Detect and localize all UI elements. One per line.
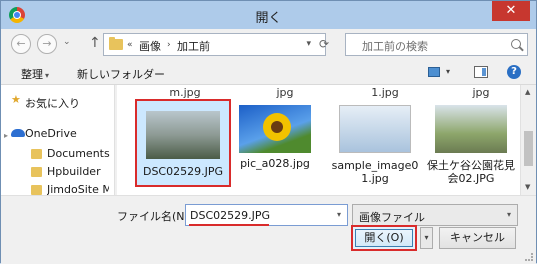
folder-icon xyxy=(109,37,123,50)
filename-label: ファイル名(N): xyxy=(117,210,193,223)
breadcrumb-before-edit[interactable]: 加工前 xyxy=(177,38,210,54)
cancel-button[interactable]: キャンセル xyxy=(439,227,516,249)
resize-grip[interactable] xyxy=(525,253,533,261)
scroll-down-icon[interactable]: ▼ xyxy=(525,183,530,191)
refresh-icon[interactable]: ⟳ xyxy=(319,37,329,51)
thumbnail-image xyxy=(435,105,507,153)
filename-dropdown[interactable]: ▾ xyxy=(337,210,341,219)
filetype-select[interactable]: 画像ファイル ▾ xyxy=(352,204,518,226)
scroll-up-icon[interactable]: ▲ xyxy=(525,88,530,96)
file-name: sample_image0 1.jpg xyxy=(329,159,421,185)
search-box[interactable]: 加工前の検索 xyxy=(345,33,528,56)
title-bar: 開く ✕ xyxy=(1,1,536,29)
file-item-dsc02529-selected[interactable]: DSC02529.JPG xyxy=(135,99,231,187)
view-dropdown[interactable]: ▾ xyxy=(446,67,450,76)
file-name: pic_a028.jpg xyxy=(240,157,310,170)
list-item-partial[interactable]: 1.jpg xyxy=(335,87,435,99)
expand-onedrive-icon[interactable]: ▸ xyxy=(4,131,8,140)
back-button[interactable]: ← xyxy=(11,34,31,54)
sidebar-item-documents[interactable]: Documents xyxy=(47,147,110,160)
thumbnail-image xyxy=(339,105,411,153)
help-icon[interactable]: ? xyxy=(507,65,521,79)
sidebar-item-favorites[interactable]: お気に入り xyxy=(25,95,80,111)
file-name-line: sample_image0 xyxy=(331,159,419,172)
view-icon[interactable] xyxy=(428,67,440,77)
open-button[interactable]: 開く(O) xyxy=(355,229,413,247)
close-button[interactable]: ✕ xyxy=(492,1,530,21)
filename-input[interactable]: DSC02529.JPG ▾ xyxy=(185,204,348,226)
up-folder-button[interactable]: ↑ xyxy=(89,35,101,51)
thumbnail-image xyxy=(146,111,220,159)
search-icon xyxy=(511,39,521,49)
preview-pane-icon[interactable] xyxy=(474,66,488,78)
list-item-partial[interactable]: jpg xyxy=(431,87,531,99)
file-name: DSC02529.JPG xyxy=(142,165,224,178)
file-list-scrollbar[interactable]: ▲ ▼ xyxy=(520,85,536,195)
chevron-down-icon: ▾ xyxy=(45,71,50,80)
file-item-hodogaya-park[interactable]: 保土ケ谷公園花見 会02.JPG xyxy=(425,105,515,189)
recent-locations-dropdown[interactable]: ⌄ xyxy=(63,37,71,47)
filetype-value: 画像ファイル xyxy=(359,211,425,224)
folder-icon xyxy=(31,185,42,195)
cloud-icon xyxy=(11,129,25,137)
file-item-pic-a028[interactable]: pic_a028.jpg xyxy=(229,105,319,189)
open-split-dropdown[interactable]: ▾ xyxy=(420,227,433,249)
chevron-down-icon: ▾ xyxy=(506,210,511,219)
file-name: 保土ケ谷公園花見 会02.JPG xyxy=(425,159,517,185)
folder-icon xyxy=(31,149,42,159)
folder-icon xyxy=(31,167,42,177)
address-bar[interactable]: « 画像 › 加工前 ▾ xyxy=(103,33,326,56)
breadcrumb-images[interactable]: 画像 xyxy=(139,38,161,54)
address-dropdown[interactable]: ▾ xyxy=(306,39,311,49)
dialog-title: 開く xyxy=(255,11,282,26)
dialog-footer: ファイル名(N): DSC02529.JPG ▾ 画像ファイル ▾ 開く(O) … xyxy=(1,195,536,264)
breadcrumb-separator[interactable]: › xyxy=(167,40,171,50)
new-folder-button[interactable]: 新しいフォルダー xyxy=(77,66,165,82)
file-name-line: 1.jpg xyxy=(361,172,389,185)
forward-button[interactable]: → xyxy=(37,34,57,54)
breadcrumb-overflow[interactable]: « xyxy=(127,40,133,50)
thumbnail-image xyxy=(239,105,311,153)
file-name-line: 会02.JPG xyxy=(447,172,495,185)
sidebar-item-onedrive[interactable]: OneDrive xyxy=(25,127,77,140)
sidebar-item-hpbuilder[interactable]: Hpbuilder xyxy=(47,165,101,178)
open-button-highlight: 開く(O) xyxy=(351,225,417,251)
scroll-thumb[interactable] xyxy=(524,131,533,166)
sunflower-icon xyxy=(263,113,291,141)
list-item-partial[interactable]: m.jpg xyxy=(135,87,235,99)
organize-menu[interactable]: 整理 ▾ xyxy=(21,66,49,82)
command-bar: 整理 ▾ 新しいフォルダー ▾ ? xyxy=(1,61,536,85)
file-item-sample-image[interactable]: sample_image0 1.jpg xyxy=(329,105,419,189)
star-icon: ★ xyxy=(11,93,21,106)
organize-label: 整理 xyxy=(21,68,43,81)
filename-highlight xyxy=(189,224,269,226)
search-placeholder: 加工前の検索 xyxy=(362,40,428,53)
filename-value: DSC02529.JPG xyxy=(190,209,271,222)
navigation-bar: ← → ⌄ ↑ « 画像 › 加工前 ▾ ⟳ 加工前の検索 xyxy=(5,31,532,59)
open-file-dialog: 開く ✕ ← → ⌄ ↑ « 画像 › 加工前 ▾ ⟳ 加工前の検索 整理 ▾ 新… xyxy=(0,0,537,264)
file-name-line: 保土ケ谷公園花見 xyxy=(427,159,515,172)
list-item-partial[interactable]: jpg xyxy=(235,87,335,99)
